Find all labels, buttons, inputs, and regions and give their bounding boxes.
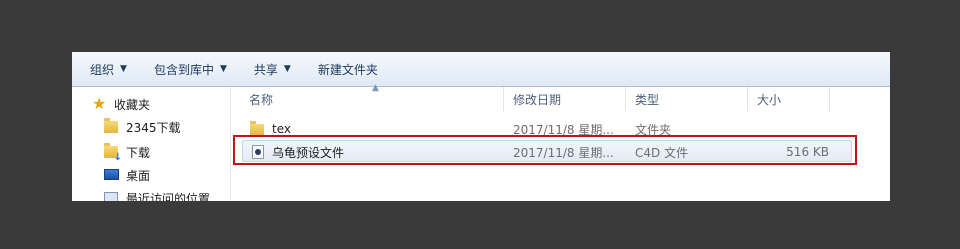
organize-button[interactable]: 组织 ▼ (81, 57, 136, 81)
share-label: 共享 (253, 62, 278, 77)
navigation-pane: ★ 收藏夹 2345下载 ↓ 下载 桌面 最近访问的位置 (72, 87, 231, 201)
nav-item-label: 最近访问的位置 (126, 191, 211, 202)
folder-icon (104, 118, 120, 135)
star-icon: ★ (92, 94, 107, 113)
chevron-down-icon: ▼ (219, 64, 227, 74)
chevron-down-icon: ▼ (120, 64, 127, 74)
new-folder-label: 新建文件夹 (317, 62, 378, 77)
file-name: tex (272, 122, 291, 136)
downloads-folder-icon: ↓ (104, 143, 122, 163)
desktop-icon (104, 167, 120, 183)
explorer-window: 组织 ▼ 包含到库中 ▼ 共享 ▼ 新建文件夹 ★ 收藏夹 2345下载 ↓ 下… (72, 52, 890, 201)
nav-item-label: 2345下载 (126, 120, 181, 135)
recent-places-icon (104, 190, 120, 201)
include-in-library-button[interactable]: 包含到库中 ▼ (145, 57, 236, 81)
nav-item-label: 桌面 (126, 168, 151, 183)
new-folder-button[interactable]: 新建文件夹 (309, 57, 387, 81)
column-header-row: ▲ 名称 修改日期 类型 大小 (232, 83, 890, 111)
column-header-label: 修改日期 (513, 92, 562, 107)
column-header-date[interactable]: 修改日期 (504, 87, 626, 111)
command-bar: 组织 ▼ 包含到库中 ▼ 共享 ▼ 新建文件夹 (72, 52, 890, 87)
column-header-type[interactable]: 类型 (626, 87, 748, 111)
organize-label: 组织 (90, 62, 115, 77)
column-header-name[interactable]: 名称 (240, 87, 504, 111)
nav-item-desktop[interactable]: 桌面 (104, 164, 150, 186)
column-header-label: 类型 (635, 92, 660, 107)
nav-favorites[interactable]: ★ 收藏夹 (92, 93, 150, 115)
chevron-down-icon: ▼ (283, 64, 291, 74)
share-button[interactable]: 共享 ▼ (245, 57, 300, 81)
nav-item-downloads[interactable]: ↓ 下载 (104, 141, 150, 163)
folder-icon (250, 120, 264, 136)
include-in-library-label: 包含到库中 (153, 62, 214, 77)
column-header-size[interactable]: 大小 (748, 87, 830, 111)
column-header-label: 名称 (249, 92, 274, 107)
nav-favorites-label: 收藏夹 (114, 97, 151, 112)
nav-item-label: 下载 (126, 145, 151, 160)
nav-item-2345-downloads[interactable]: 2345下载 (104, 116, 181, 138)
column-header-label: 大小 (757, 92, 782, 107)
highlight-box (233, 135, 857, 165)
nav-item-recent-places[interactable]: 最近访问的位置 (104, 187, 210, 201)
